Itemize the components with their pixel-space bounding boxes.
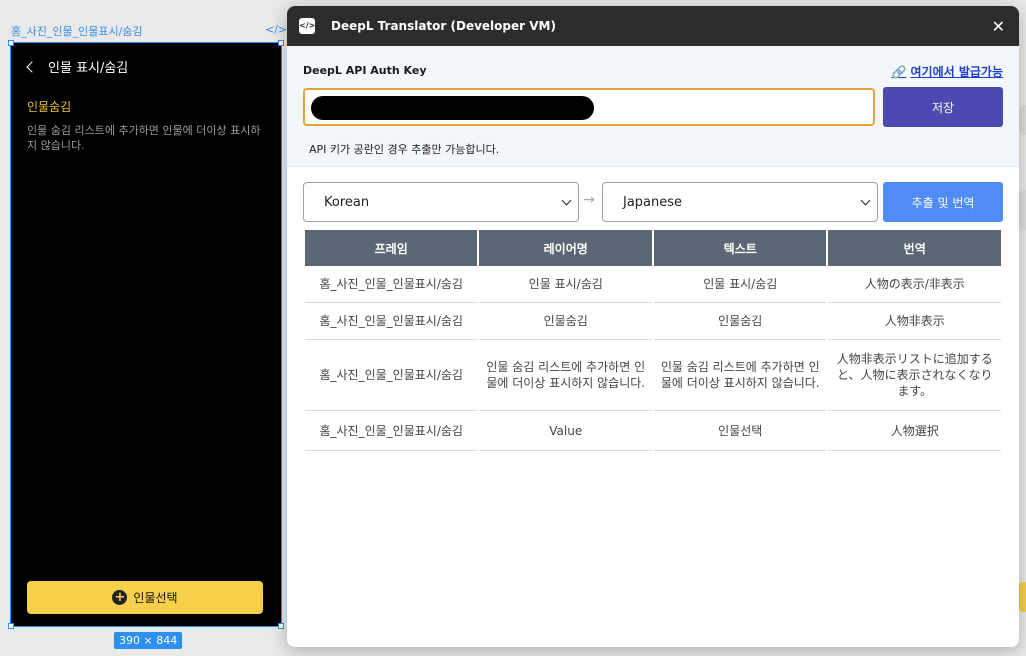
table-cell: 人物非表示 (828, 303, 1001, 340)
table-header-cell: 텍스트 (654, 230, 827, 266)
canvas-adjacent-frame (1019, 582, 1026, 612)
source-language-value: Korean (324, 194, 370, 210)
issue-key-link-label[interactable]: 여기에서 발급가능 (911, 63, 1004, 80)
table-cell: 인물 숨김 리스트에 추가하면 인물에 더이상 표시하지 않습니다. (479, 340, 653, 411)
issue-key-link[interactable]: 🔗 여기에서 발급가능 (892, 63, 1003, 80)
extract-translate-button[interactable]: 추출 및 번역 (883, 182, 1003, 222)
table-cell: 인물 숨김 리스트에 추가하면 인물에 더이상 표시하지 않습니다. (654, 340, 827, 411)
plugin-app-icon: </> (299, 18, 315, 34)
table-cell: 홈_사진_인물_인물표시/숨김 (305, 411, 478, 451)
table-cell: 인물숨김 (654, 303, 827, 340)
table-cell: 인물선택 (654, 411, 827, 451)
table-cell: 홈_사진_인물_인물표시/숨김 (305, 266, 478, 303)
table-row: 홈_사진_인물_인물표시/숨김 인물숨김 인물숨김 人物非表示 (305, 303, 1001, 340)
plus-circle-icon: + (112, 590, 128, 605)
frame-size-badge: 390 × 844 (114, 632, 183, 649)
select-person-button: + 인물선택 (27, 581, 263, 614)
selection-handle[interactable] (278, 623, 284, 629)
table-header-cell: 번역 (828, 230, 1001, 266)
frame-name-label[interactable]: 홈_사진_인물_인물표시/숨김 (11, 23, 143, 39)
selection-handle[interactable] (8, 40, 14, 46)
arrow-right-icon: → (583, 192, 595, 208)
selection-handle[interactable] (8, 623, 14, 629)
table-cell: 인물 표시/숨김 (479, 266, 653, 303)
results-table: 프레임 레이어명 텍스트 번역 홈_사진_인물_인물표시/숨김 인물 표시/숨김… (303, 230, 1003, 451)
chevron-left-icon (26, 60, 38, 73)
caret-down-icon (561, 195, 572, 206)
code-icon[interactable]: </> (265, 23, 287, 36)
auth-key-input[interactable] (303, 88, 875, 126)
canvas-adjacent-frame (1019, 105, 1026, 135)
table-cell: 인물숨김 (479, 303, 653, 340)
frame-subtitle: 인물숨김 (27, 100, 72, 114)
selection-handle[interactable] (278, 40, 284, 46)
frame-header-title: 인물 표시/숨김 (48, 61, 129, 76)
auth-key-label: DeepL API Auth Key (303, 64, 427, 77)
auth-note: API 키가 공란인 경우 추출만 가능합니다. (309, 143, 500, 156)
target-language-value: Japanese (623, 194, 683, 210)
table-cell: 人物選択 (828, 411, 1001, 451)
canvas-adjacent-frame (1019, 190, 1026, 230)
table-row: 홈_사진_인물_인물표시/숨김 Value 인물선택 人物選択 (305, 411, 1001, 451)
table-cell: 홈_사진_인물_인물표시/숨김 (305, 303, 478, 340)
table-header-row: 프레임 레이어명 텍스트 번역 (305, 230, 1001, 266)
table-cell: 人物の表示/非表示 (828, 266, 1001, 303)
table-header-cell: 프레임 (305, 230, 478, 266)
frame-description: 인물 숨김 리스트에 추가하면 인물에 더이상 표시하지 않습니다. (27, 124, 261, 152)
caret-down-icon (860, 195, 871, 206)
redacted-key-mask (311, 96, 594, 120)
plugin-titlebar[interactable]: </> DeepL Translator (Developer VM) ✕ (287, 6, 1019, 46)
source-language-select[interactable]: Korean (303, 182, 579, 222)
auth-section: DeepL API Auth Key 🔗 여기에서 발급가능 저장 API 키가… (287, 46, 1019, 167)
table-row: 홈_사진_인물_인물표시/숨김 인물 표시/숨김 인물 표시/숨김 人物の表示/… (305, 266, 1001, 303)
table-cell: 홈_사진_인물_인물표시/숨김 (305, 340, 478, 411)
select-person-label: 인물선택 (133, 591, 178, 605)
save-button[interactable]: 저장 (883, 87, 1003, 127)
frame-header: 인물 표시/숨김 (26, 57, 129, 76)
table-cell: Value (479, 411, 653, 451)
table-cell: 인물 표시/숨김 (654, 266, 827, 303)
target-language-select[interactable]: Japanese (602, 182, 878, 222)
plugin-window: </> DeepL Translator (Developer VM) ✕ De… (287, 6, 1019, 647)
link-icon: 🔗 (891, 64, 907, 79)
table-header-cell: 레이어명 (479, 230, 653, 266)
table-row: 홈_사진_인물_인물표시/숨김 인물 숨김 리스트에 추가하면 인물에 더이상 … (305, 340, 1001, 411)
translation-controls: Korean → Japanese 추출 및 번역 (303, 182, 1003, 222)
mobile-frame[interactable]: 인물 표시/숨김 인물숨김 인물 숨김 리스트에 추가하면 인물에 더이상 표시… (10, 42, 282, 627)
table-cell: 人物非表示リストに追加すると、人物に表示されなくなります。 (828, 340, 1001, 411)
plugin-title: DeepL Translator (Developer VM) (331, 19, 556, 33)
close-icon[interactable]: ✕ (992, 17, 1005, 36)
